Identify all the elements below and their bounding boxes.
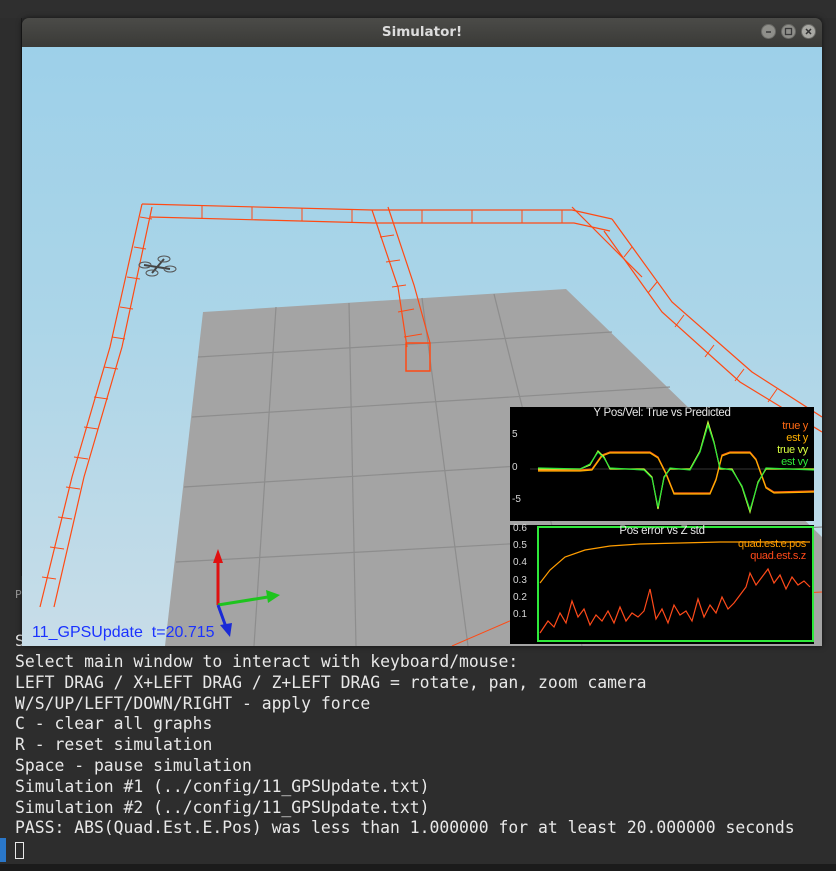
bottom-status-strip	[0, 864, 836, 871]
terminal-line: LEFT DRAG / X+LEFT DRAG / Z+LEFT DRAG = …	[15, 672, 647, 692]
scenario-time-label: 11_GPSUpdate t=20.715	[32, 624, 215, 641]
terminal-line: Space - pause simulation	[15, 755, 252, 775]
close-icon	[805, 28, 812, 35]
legend-est-y: est y	[786, 432, 808, 444]
minimize-button[interactable]	[761, 24, 776, 39]
simulator-window[interactable]: Simulator! 11_GPSUpdate t=20.715 Y Pos/V…	[22, 18, 822, 646]
minimize-icon	[766, 31, 771, 33]
desktop-top-bar	[0, 0, 836, 18]
background-editor-panel	[0, 18, 22, 578]
plot-pos-error[interactable]: Pos error vs Z std 0.6 0.5 0.4 0.3 0.2 0…	[510, 523, 814, 644]
y-tick: 0.6	[513, 523, 527, 534]
window-titlebar[interactable]: Simulator!	[22, 18, 822, 48]
legend-est-vy: est vy	[781, 456, 808, 468]
maximize-button[interactable]	[781, 24, 796, 39]
terminal-line: PASS: ABS(Quad.Est.E.Pos) was less than …	[15, 818, 795, 838]
terminal-tab-label: P	[15, 588, 22, 601]
y-tick: 0.5	[513, 540, 527, 551]
terminal-line: Simulation #2 (../config/11_GPSUpdate.tx…	[15, 797, 430, 817]
y-tick: 5	[512, 429, 518, 440]
legend-pos-error: quad.est.e.pos	[738, 538, 806, 550]
quadrotor-icon	[138, 255, 177, 277]
y-tick: 0.1	[513, 609, 527, 620]
window-title: Simulator!	[381, 24, 463, 40]
legend-true-vy: true vy	[777, 444, 808, 456]
dock-indicator	[0, 838, 6, 862]
y-tick: -5	[512, 494, 521, 505]
legend-z-std: quad.est.s.z	[750, 550, 806, 562]
background-editor-panel-right	[822, 18, 836, 578]
y-tick: 0.4	[513, 557, 527, 568]
y-tick: 0	[512, 462, 518, 473]
3d-viewport[interactable]: 11_GPSUpdate t=20.715 Y Pos/Vel: True vs…	[22, 47, 822, 646]
plot-y-pos-vel-canvas	[530, 419, 814, 515]
legend-true-y: true y	[782, 420, 808, 432]
series-true-y	[538, 451, 814, 494]
terminal-line: Simulation #1 (../config/11_GPSUpdate.tx…	[15, 776, 430, 796]
y-tick: 0.3	[513, 575, 527, 586]
plot-pos-error-title: Pos error vs Z std	[619, 525, 705, 537]
series-z-std	[539, 567, 811, 634]
terminal-line: C - clear all graphs	[15, 714, 213, 734]
series-est-y	[538, 452, 814, 495]
maximize-icon	[784, 27, 793, 36]
series-est-vy	[537, 423, 814, 512]
plot-y-pos-vel-title: Y Pos/Vel: True vs Predicted	[593, 407, 731, 419]
series-true-vy	[538, 419, 814, 515]
terminal-cursor[interactable]	[15, 842, 24, 859]
plot-y-pos-vel[interactable]: Y Pos/Vel: True vs Predicted 5 0 -5 true…	[510, 407, 814, 521]
close-button[interactable]	[801, 24, 816, 39]
terminal-line: R - reset simulation	[15, 735, 213, 755]
terminal-line: W/S/UP/LEFT/DOWN/RIGHT - apply force	[15, 693, 371, 713]
terminal-line: Select main window to interact with keyb…	[15, 652, 519, 671]
y-tick: 0.2	[513, 592, 527, 603]
terminal-output: Select main window to interact with keyb…	[15, 652, 795, 839]
